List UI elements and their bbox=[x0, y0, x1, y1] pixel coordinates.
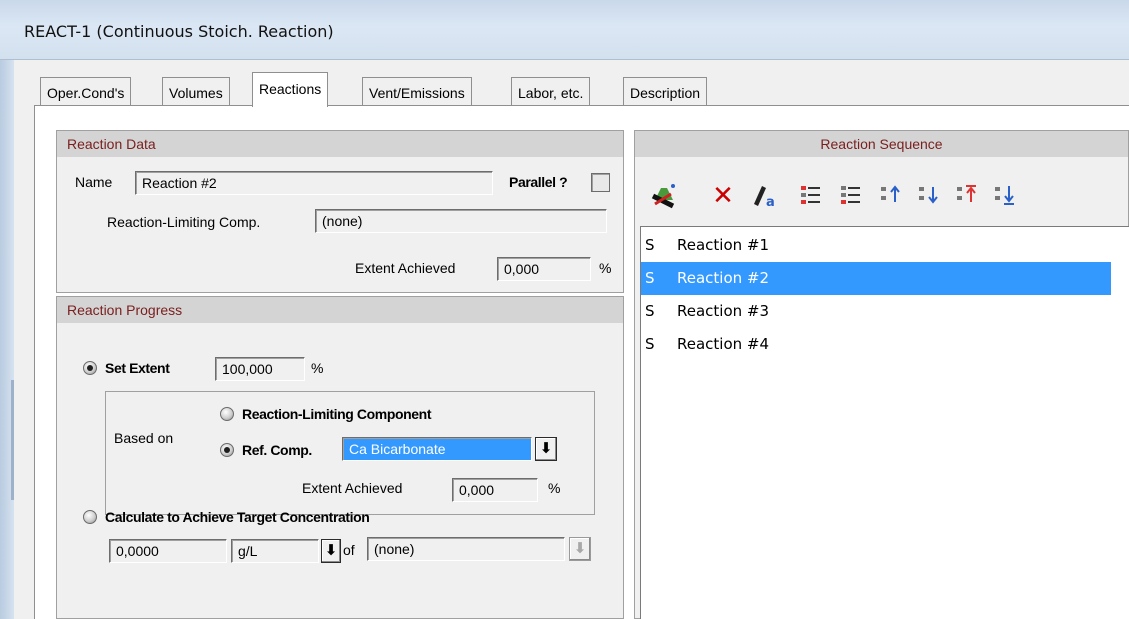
target-comp-dropdown-button: ⬇ bbox=[569, 537, 591, 561]
reaction-name: Reaction #4 bbox=[677, 335, 770, 353]
target-comp-select[interactable]: (none) bbox=[367, 537, 565, 561]
parallel-checkbox[interactable] bbox=[591, 173, 610, 192]
ref-comp-label: Ref. Comp. bbox=[242, 442, 312, 458]
rlc-radio[interactable] bbox=[220, 407, 234, 421]
target-value-input[interactable]: 0,0000 bbox=[109, 539, 227, 563]
chevron-down-icon: ⬇ bbox=[573, 540, 587, 557]
extent-achieved-label: Extent Achieved bbox=[355, 260, 456, 276]
extent-unit: % bbox=[599, 260, 612, 276]
set-extent-unit: % bbox=[311, 360, 324, 376]
target-unit-dropdown-button[interactable]: ⬇ bbox=[321, 539, 341, 563]
reaction-name-input[interactable]: Reaction #2 bbox=[135, 171, 493, 195]
reaction-name: Reaction #3 bbox=[677, 302, 770, 320]
set-extent-radio[interactable] bbox=[83, 361, 97, 375]
reaction-sequence-header: Reaction Sequence bbox=[635, 131, 1128, 157]
reaction-progress-header: Reaction Progress bbox=[57, 297, 623, 323]
rlc-option-label: Reaction-Limiting Component bbox=[242, 406, 432, 422]
tab-volumes[interactable]: Volumes bbox=[162, 77, 230, 106]
based-on-label: Based on bbox=[114, 430, 174, 446]
reaction-name: Reaction #1 bbox=[677, 236, 770, 254]
ref-comp-dropdown-button[interactable]: ⬇ bbox=[535, 437, 557, 461]
reaction-data-header: Reaction Data bbox=[57, 131, 623, 157]
reaction-data-group: Reaction Data Name Reaction #2 Parallel … bbox=[56, 130, 624, 293]
of-label: of bbox=[343, 542, 355, 558]
tab-labor[interactable]: Labor, etc. bbox=[511, 77, 591, 106]
list-icon-2[interactable] bbox=[836, 180, 866, 212]
reaction-type: S bbox=[645, 302, 655, 320]
limiting-comp-label: Reaction-Limiting Comp. bbox=[107, 214, 261, 230]
limiting-comp-field: (none) bbox=[315, 209, 607, 233]
based-on-frame: Based on Reaction-Limiting Component Ref… bbox=[105, 391, 595, 515]
chevron-down-icon: ⬇ bbox=[324, 542, 338, 559]
delete-icon[interactable]: ✕ bbox=[708, 180, 738, 212]
reaction-type: S bbox=[645, 335, 655, 353]
tab-reactions[interactable]: Reactions bbox=[252, 72, 329, 107]
progress-extent-field: 0,000 bbox=[452, 478, 538, 502]
frame-divider bbox=[11, 380, 14, 500]
tab-oper-conds[interactable]: Oper.Cond's bbox=[40, 77, 132, 106]
window-title: REACT-1 (Continuous Stoich. Reaction) bbox=[24, 22, 334, 41]
list-item-selected[interactable]: S Reaction #2 bbox=[641, 262, 1111, 295]
move-top-icon[interactable] bbox=[952, 180, 982, 212]
target-unit-select[interactable]: g/L bbox=[231, 539, 319, 563]
new-reaction-icon[interactable] bbox=[648, 180, 680, 212]
reaction-sequence-list[interactable]: S Reaction #1 S Reaction #2 S Reaction #… bbox=[640, 226, 1129, 619]
extent-achieved-field: 0,000 bbox=[497, 257, 591, 281]
move-bottom-icon[interactable] bbox=[990, 180, 1020, 212]
parallel-label: Parallel ? bbox=[509, 174, 568, 190]
progress-extent-unit: % bbox=[548, 480, 561, 496]
set-extent-label: Set Extent bbox=[105, 360, 170, 376]
tab-vent-emissions[interactable]: Vent/Emissions bbox=[362, 77, 472, 106]
svg-text:a: a bbox=[766, 195, 775, 210]
name-label: Name bbox=[75, 174, 113, 190]
target-conc-label: Calculate to Achieve Target Concentratio… bbox=[105, 509, 370, 525]
reaction-type: S bbox=[645, 269, 655, 287]
list-item[interactable]: S Reaction #1 bbox=[641, 229, 1111, 262]
ref-comp-select[interactable]: Ca Bicarbonate bbox=[342, 437, 532, 461]
chevron-down-icon: ⬇ bbox=[539, 440, 553, 457]
list-icon-1[interactable] bbox=[796, 180, 826, 212]
edit-icon[interactable]: a bbox=[746, 180, 786, 212]
list-item[interactable]: S Reaction #4 bbox=[641, 328, 1111, 361]
window-title-bar[interactable]: REACT-1 (Continuous Stoich. Reaction) bbox=[0, 0, 1129, 60]
target-conc-radio[interactable] bbox=[83, 510, 97, 524]
reaction-progress-group: Reaction Progress Set Extent 100,000 % B… bbox=[56, 296, 624, 619]
move-down-icon[interactable] bbox=[914, 180, 944, 212]
move-up-icon[interactable] bbox=[876, 180, 906, 212]
window-frame-left bbox=[0, 60, 14, 619]
set-extent-input[interactable]: 100,000 bbox=[215, 357, 305, 381]
reaction-type: S bbox=[645, 236, 655, 254]
list-item[interactable]: S Reaction #3 bbox=[641, 295, 1111, 328]
tab-description[interactable]: Description bbox=[623, 77, 708, 106]
ref-comp-radio[interactable] bbox=[220, 443, 234, 457]
progress-extent-label: Extent Achieved bbox=[302, 480, 403, 496]
reaction-name: Reaction #2 bbox=[677, 269, 770, 287]
